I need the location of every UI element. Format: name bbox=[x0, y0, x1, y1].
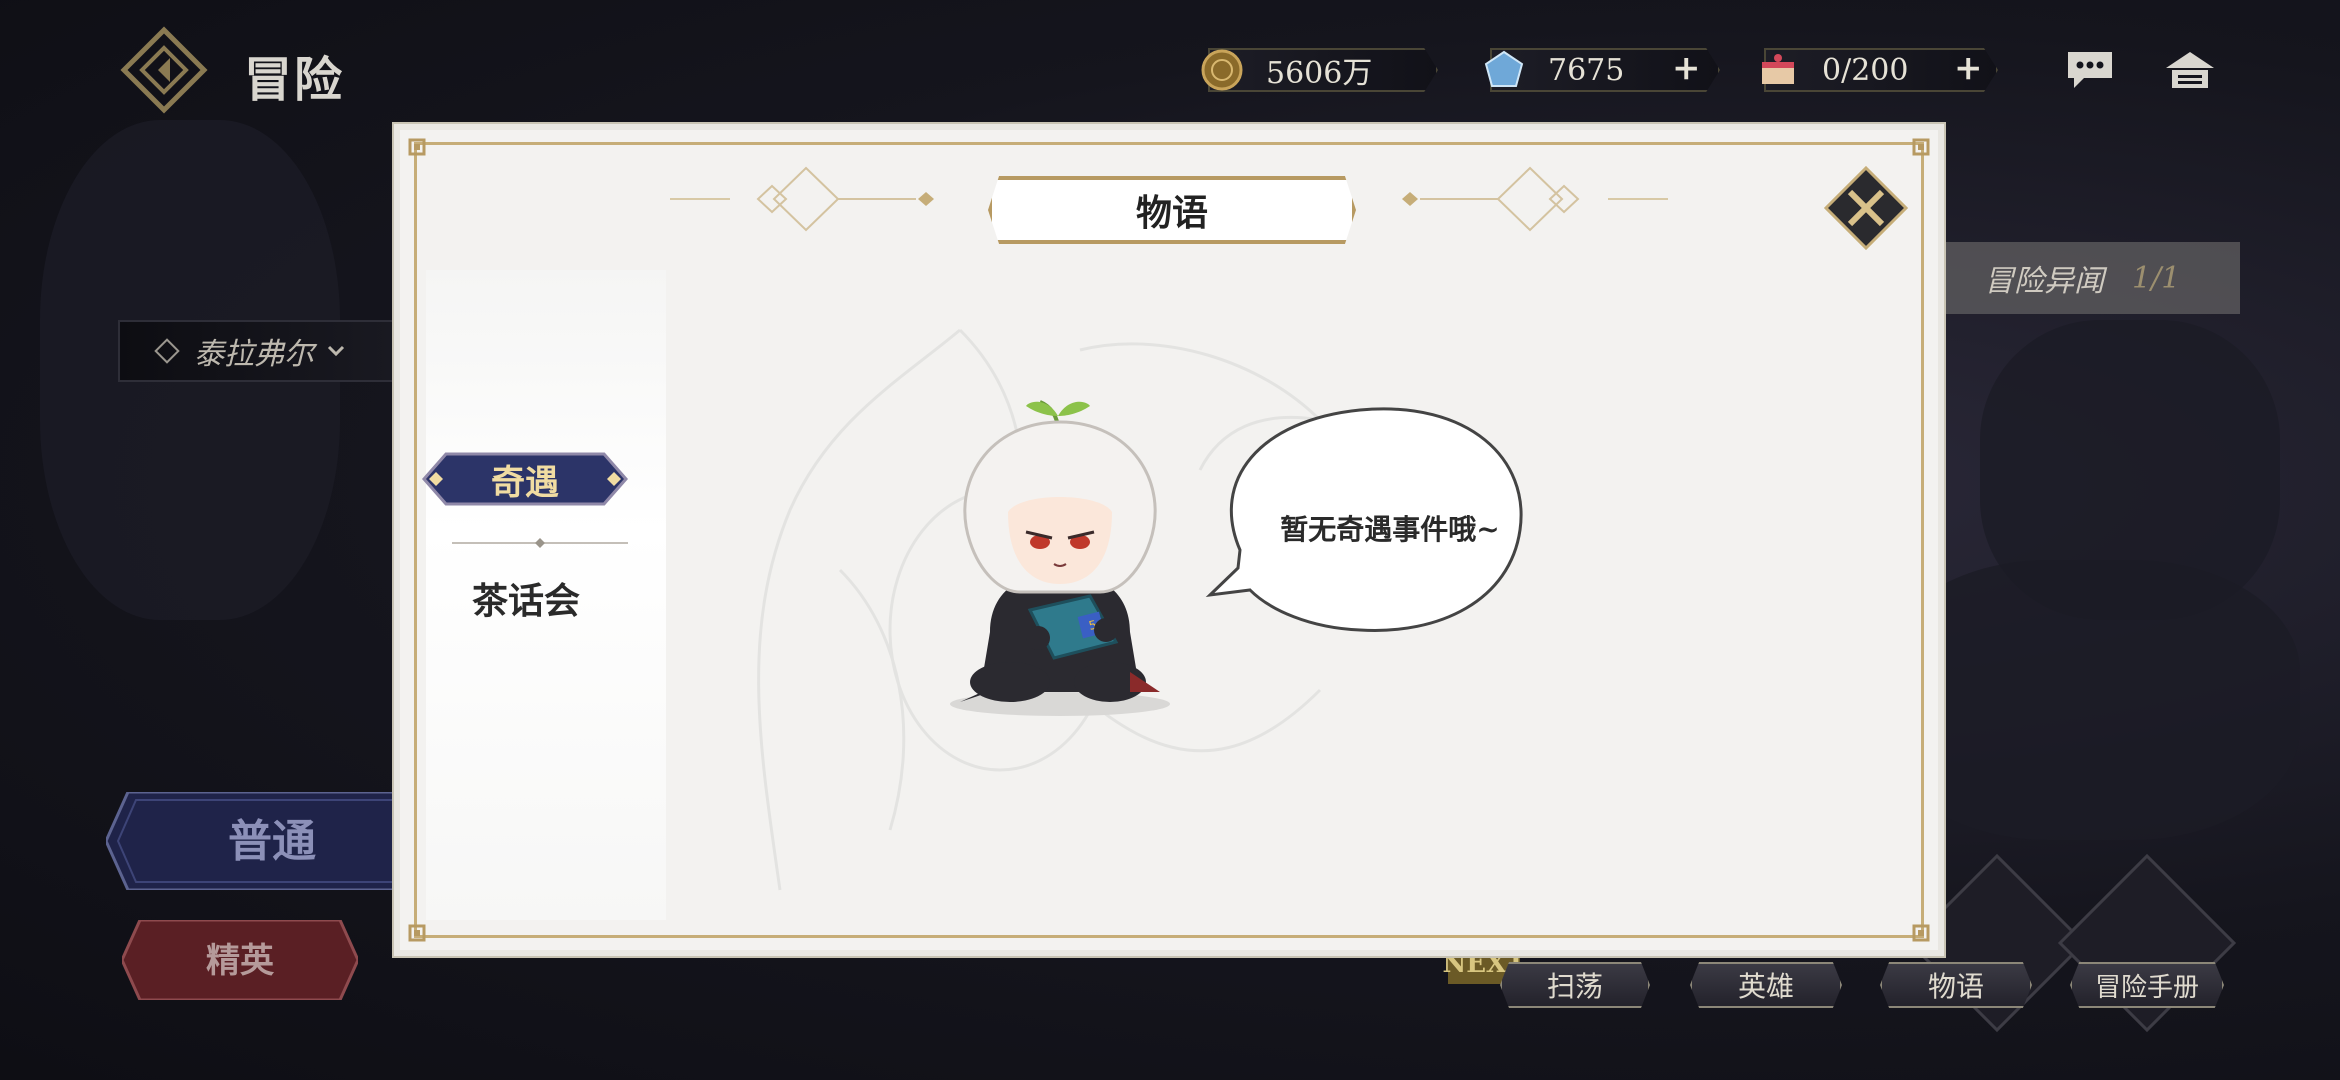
tab-encounter-label: 奇遇 bbox=[491, 462, 559, 503]
tab-separator bbox=[452, 538, 628, 548]
chibi-character: 5 bbox=[950, 400, 1170, 716]
tab-tea-party[interactable]: 茶话会 bbox=[426, 572, 626, 624]
header-ornament-left bbox=[756, 166, 934, 232]
story-modal: 物语 奇遇 茶话会 5 暂无奇遇事件哦~ bbox=[400, 130, 1938, 950]
chat-icon[interactable] bbox=[2064, 48, 2116, 92]
add-gems-button[interactable]: + bbox=[1672, 48, 1701, 88]
background-shape bbox=[1880, 560, 2300, 840]
heroes-button[interactable]: 英雄 bbox=[1690, 962, 1842, 1008]
odd-label: 冒险异闻 bbox=[1984, 264, 2104, 299]
corner-ornament bbox=[1912, 924, 1930, 942]
header-ornament-line bbox=[670, 198, 730, 200]
elite-mode-label: 精英 bbox=[206, 941, 275, 981]
region-label: 泰拉弗尔 bbox=[194, 337, 314, 372]
header-ornament-line bbox=[1608, 198, 1668, 200]
odd-count: 1/1 bbox=[2132, 260, 2181, 296]
logo-diamond-icon bbox=[120, 26, 208, 114]
coin-icon bbox=[1201, 49, 1243, 91]
header-ornament-right bbox=[1402, 166, 1580, 232]
chevron-down-icon bbox=[327, 345, 345, 357]
corner-ornament bbox=[408, 138, 426, 156]
adventure-odd-tag[interactable]: 冒险异闻 1/1 bbox=[1920, 242, 2240, 314]
normal-mode-button[interactable]: 普通 bbox=[106, 792, 426, 890]
add-stamina-button[interactable]: + bbox=[1954, 48, 1983, 88]
gold-counter: 5606万 bbox=[1201, 48, 1438, 92]
adventure-manual-button[interactable]: 冒险手册 bbox=[2070, 962, 2224, 1008]
close-icon[interactable] bbox=[1824, 166, 1908, 250]
page-title: 冒险 bbox=[244, 52, 345, 108]
normal-mode-label: 普通 bbox=[228, 816, 316, 867]
modal-title: 物语 bbox=[988, 176, 1356, 244]
cake-icon bbox=[1762, 54, 1794, 84]
corner-ornament bbox=[1912, 138, 1930, 156]
elite-mode-button[interactable]: 精英 bbox=[122, 920, 358, 1000]
story-button[interactable]: 物语 bbox=[1880, 962, 2032, 1008]
sweep-button[interactable]: 扫荡 bbox=[1500, 962, 1650, 1008]
home-icon[interactable] bbox=[2164, 48, 2216, 92]
gem-counter: 7675 + bbox=[1484, 48, 1720, 92]
empty-encounter-message: 暂无奇遇事件哦~ bbox=[1280, 513, 1500, 546]
gem-icon bbox=[1484, 50, 1524, 87]
diamond-icon bbox=[154, 338, 180, 364]
region-selector[interactable]: 泰拉弗尔 bbox=[118, 320, 412, 382]
stamina-counter: 0/200 + bbox=[1762, 48, 1998, 92]
